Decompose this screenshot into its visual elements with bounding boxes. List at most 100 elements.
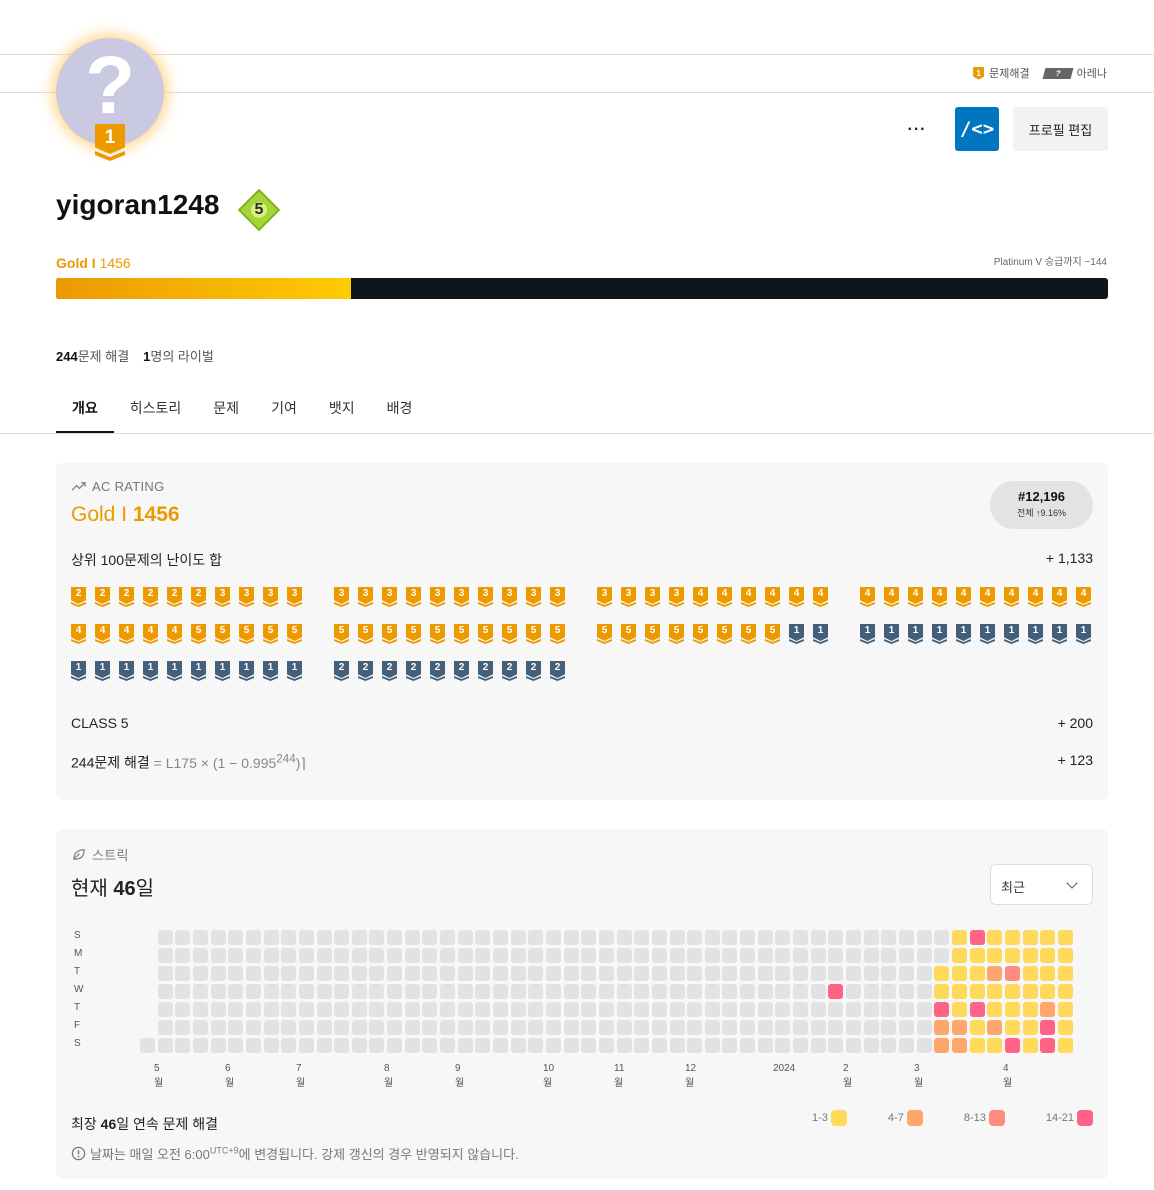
streak-cell[interactable]: [334, 966, 350, 981]
streak-cell[interactable]: [757, 1020, 773, 1035]
streak-cell[interactable]: [422, 948, 438, 963]
tier-badge-icon[interactable]: 2: [526, 661, 541, 681]
streak-cell[interactable]: [687, 966, 703, 981]
streak-cell[interactable]: [916, 1020, 932, 1035]
streak-cell[interactable]: [334, 948, 350, 963]
tier-badge-icon[interactable]: 4: [908, 587, 923, 607]
streak-cell[interactable]: [334, 1020, 350, 1035]
tier-badge-icon[interactable]: 4: [1028, 587, 1043, 607]
streak-cell[interactable]: [775, 930, 791, 945]
streak-cell[interactable]: [634, 930, 650, 945]
streak-cell[interactable]: [334, 930, 350, 945]
streak-cell[interactable]: [563, 966, 579, 981]
streak-cell[interactable]: [881, 1002, 897, 1017]
streak-cell[interactable]: [810, 1002, 826, 1017]
tier-badge-icon[interactable]: 4: [932, 587, 947, 607]
streak-cell[interactable]: [422, 984, 438, 999]
streak-cell[interactable]: [793, 1038, 809, 1053]
streak-cell[interactable]: [228, 1020, 244, 1035]
streak-cell[interactable]: [916, 1002, 932, 1017]
streak-cell[interactable]: [245, 984, 261, 999]
tier-badge-icon[interactable]: 5: [478, 624, 493, 644]
streak-cell[interactable]: [245, 1020, 261, 1035]
streak-cell[interactable]: [704, 984, 720, 999]
streak-cell[interactable]: [298, 1002, 314, 1017]
streak-range-select[interactable]: 최근: [990, 864, 1093, 905]
streak-cell[interactable]: [810, 984, 826, 999]
streak-cell[interactable]: [934, 1038, 950, 1053]
tier-badge-icon[interactable]: 3: [358, 587, 373, 607]
streak-cell[interactable]: [740, 984, 756, 999]
tier-badge-icon[interactable]: 3: [645, 587, 660, 607]
streak-cell[interactable]: [387, 1038, 403, 1053]
streak-cell[interactable]: [263, 1038, 279, 1053]
streak-cell[interactable]: [528, 984, 544, 999]
streak-cell[interactable]: [669, 930, 685, 945]
streak-cell[interactable]: [722, 1020, 738, 1035]
tier-badge-icon[interactable]: 3: [669, 587, 684, 607]
streak-cell[interactable]: [810, 1020, 826, 1035]
more-button[interactable]: ···: [900, 118, 934, 142]
streak-cell[interactable]: [210, 984, 226, 999]
streak-cell[interactable]: [934, 1020, 950, 1035]
streak-cell[interactable]: [457, 966, 473, 981]
tier-badge-icon[interactable]: 1: [813, 624, 828, 644]
tier-badge-icon[interactable]: 1: [143, 661, 158, 681]
tier-badge-icon[interactable]: 3: [215, 587, 230, 607]
streak-cell[interactable]: [987, 1002, 1003, 1017]
streak-cell[interactable]: [210, 930, 226, 945]
streak-cell[interactable]: [545, 948, 561, 963]
streak-cell[interactable]: [740, 1020, 756, 1035]
streak-cell[interactable]: [528, 1002, 544, 1017]
tier-badge-icon[interactable]: 3: [382, 587, 397, 607]
streak-cell[interactable]: [969, 1002, 985, 1017]
streak-cell[interactable]: [157, 1038, 173, 1053]
streak-cell[interactable]: [1040, 1002, 1056, 1017]
solve-link[interactable]: 1 문제해결: [973, 65, 1030, 81]
tier-badge-icon[interactable]: 3: [478, 587, 493, 607]
streak-cell[interactable]: [934, 966, 950, 981]
streak-cell[interactable]: [422, 930, 438, 945]
tier-badge-icon[interactable]: 5: [358, 624, 373, 644]
streak-cell[interactable]: [1004, 948, 1020, 963]
tier-badge-icon[interactable]: 1: [980, 624, 995, 644]
streak-cell[interactable]: [1004, 1038, 1020, 1053]
streak-cell[interactable]: [951, 1002, 967, 1017]
streak-cell[interactable]: [757, 984, 773, 999]
streak-cell[interactable]: [192, 1038, 208, 1053]
streak-cell[interactable]: [1040, 1020, 1056, 1035]
streak-cell[interactable]: [210, 1038, 226, 1053]
streak-cell[interactable]: [351, 966, 367, 981]
streak-cell[interactable]: [334, 1038, 350, 1053]
streak-cell[interactable]: [1004, 966, 1020, 981]
streak-cell[interactable]: [651, 948, 667, 963]
streak-cell[interactable]: [1022, 948, 1038, 963]
streak-cell[interactable]: [704, 1020, 720, 1035]
streak-cell[interactable]: [598, 930, 614, 945]
tier-badge-icon[interactable]: 1: [119, 661, 134, 681]
streak-cell[interactable]: [881, 1020, 897, 1035]
streak-cell[interactable]: [493, 1002, 508, 1017]
tier-badge-icon[interactable]: 1: [908, 624, 923, 644]
streak-cell[interactable]: [898, 1020, 914, 1035]
streak-cell[interactable]: [422, 966, 438, 981]
streak-cell[interactable]: [1057, 984, 1073, 999]
tier-badge-icon[interactable]: 2: [143, 587, 158, 607]
streak-cell[interactable]: [351, 948, 367, 963]
tab-background[interactable]: 배경: [371, 388, 429, 433]
streak-cell[interactable]: [316, 1020, 332, 1035]
streak-cell[interactable]: [669, 948, 685, 963]
streak-cell[interactable]: [281, 966, 297, 981]
tier-badge-icon[interactable]: 2: [71, 587, 86, 607]
tier-badge-icon[interactable]: 4: [95, 624, 110, 644]
tab-overview[interactable]: 개요: [56, 388, 114, 433]
streak-cell[interactable]: [898, 948, 914, 963]
tier-badge-icon[interactable]: 1: [239, 661, 254, 681]
streak-cell[interactable]: [881, 948, 897, 963]
streak-cell[interactable]: [616, 948, 632, 963]
streak-cell[interactable]: [969, 1038, 985, 1053]
streak-cell[interactable]: [616, 930, 632, 945]
streak-cell[interactable]: [987, 1020, 1003, 1035]
streak-cell[interactable]: [846, 1038, 861, 1053]
streak-cell[interactable]: [634, 1038, 650, 1053]
